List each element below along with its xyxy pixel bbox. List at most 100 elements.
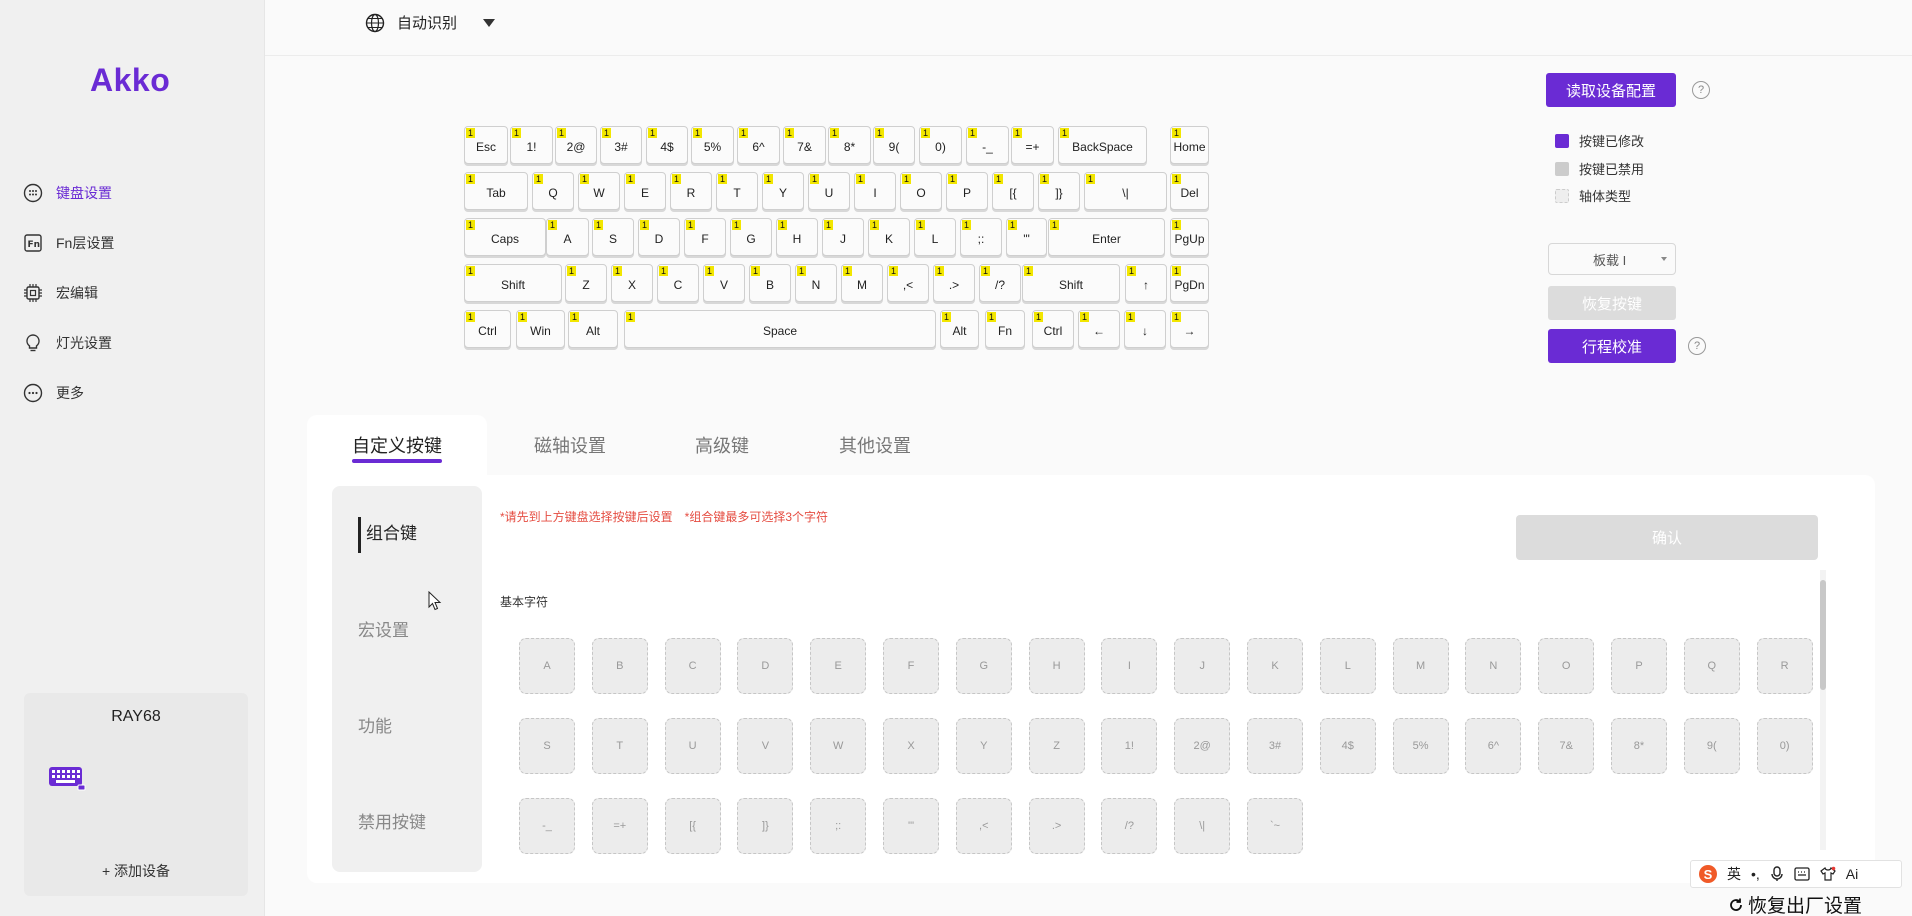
key[interactable]: 1X: [611, 264, 653, 302]
char-key[interactable]: J: [1174, 638, 1231, 694]
char-key[interactable]: ]}: [737, 798, 794, 854]
char-key[interactable]: Y: [955, 718, 1012, 774]
key[interactable]: 1 Ctrl: [464, 310, 511, 348]
key[interactable]: 1U: [808, 172, 850, 210]
char-key[interactable]: K: [1247, 638, 1303, 694]
key[interactable]: 1I: [854, 172, 896, 210]
key[interactable]: 1 BackSpace: [1058, 126, 1147, 164]
key[interactable]: 1 \|: [1084, 172, 1167, 210]
key[interactable]: 1D: [638, 218, 680, 256]
key[interactable]: 1 Space: [624, 310, 936, 348]
char-key[interactable]: V: [737, 718, 794, 774]
key[interactable]: 1 -_: [966, 126, 1009, 164]
char-key[interactable]: =+: [591, 798, 648, 854]
key[interactable]: 1 Ctrl: [1032, 310, 1074, 348]
char-key[interactable]: R: [1756, 638, 1813, 694]
key[interactable]: 1R: [670, 172, 712, 210]
key[interactable]: 1 →: [1170, 310, 1209, 348]
sidebar-item-more[interactable]: 更多: [22, 380, 84, 406]
char-key[interactable]: T: [591, 718, 648, 774]
key[interactable]: 1E: [624, 172, 666, 210]
help-icon[interactable]: ?: [1688, 337, 1706, 355]
char-key[interactable]: 9(: [1683, 718, 1740, 774]
key[interactable]: 1V: [703, 264, 745, 302]
key[interactable]: 1 =+: [1011, 126, 1054, 164]
char-key[interactable]: A: [519, 638, 575, 694]
factory-reset-button[interactable]: 恢复出厂设置: [1728, 891, 1862, 916]
key[interactable]: 1Y: [762, 172, 804, 210]
key[interactable]: 1S: [592, 218, 634, 256]
key[interactable]: 1 2@: [555, 126, 597, 164]
char-key[interactable]: 8*: [1611, 718, 1667, 774]
key[interactable]: 1J: [822, 218, 864, 256]
key[interactable]: 1G: [730, 218, 772, 256]
key[interactable]: 1F: [684, 218, 726, 256]
key[interactable]: 1 Enter: [1048, 218, 1165, 256]
key[interactable]: 1 1!: [510, 126, 553, 164]
microphone-icon[interactable]: [1770, 866, 1784, 882]
char-key[interactable]: 3#: [1247, 718, 1303, 774]
subnav-combo-keys[interactable]: 组合键: [366, 519, 417, 544]
key[interactable]: 1C: [657, 264, 699, 302]
key[interactable]: 1]}: [1038, 172, 1080, 210]
key[interactable]: 1 ↓: [1124, 310, 1166, 348]
tab-magnetic-switch[interactable]: 磁轴设置: [534, 432, 606, 458]
scrollbar-thumb[interactable]: [1820, 580, 1826, 690]
key[interactable]: 1Z: [565, 264, 607, 302]
char-key[interactable]: B: [591, 638, 648, 694]
key[interactable]: 1L: [914, 218, 956, 256]
char-key[interactable]: \|: [1174, 798, 1231, 854]
key[interactable]: 1H: [776, 218, 818, 256]
add-device-button[interactable]: + 添加设备: [24, 861, 248, 881]
char-key[interactable]: -_: [519, 798, 575, 854]
key[interactable]: 1 5%: [691, 126, 734, 164]
key[interactable]: 1 Caps: [464, 218, 546, 256]
key[interactable]: 1 '": [1006, 218, 1047, 256]
char-key[interactable]: E: [810, 638, 867, 694]
key[interactable]: 1 6^: [737, 126, 780, 164]
soft-keyboard-icon[interactable]: [1794, 867, 1810, 881]
restore-keys-button[interactable]: 恢复按键: [1548, 286, 1676, 320]
key[interactable]: 1 [{: [992, 172, 1034, 210]
char-key[interactable]: 1!: [1101, 718, 1158, 774]
key[interactable]: 1M: [841, 264, 883, 302]
subnav-macro[interactable]: 宏设置: [358, 616, 409, 641]
punctuation-icon[interactable]: •,: [1751, 866, 1760, 882]
key[interactable]: 1T: [716, 172, 758, 210]
char-key[interactable]: S: [519, 718, 575, 774]
char-key[interactable]: I: [1101, 638, 1158, 694]
key[interactable]: 1 8*: [828, 126, 871, 164]
key[interactable]: 1 0): [919, 126, 962, 164]
key[interactable]: 1 Win: [516, 310, 565, 348]
key[interactable]: 1 3#: [600, 126, 642, 164]
char-key[interactable]: C: [664, 638, 721, 694]
profile-select[interactable]: 板载 I: [1548, 243, 1676, 275]
ai-assistant-button[interactable]: Ai: [1846, 866, 1858, 882]
char-key[interactable]: ;:: [810, 798, 867, 854]
key[interactable]: 1 PgUp: [1170, 218, 1209, 256]
char-key[interactable]: 0): [1756, 718, 1813, 774]
key[interactable]: 1 Home: [1170, 126, 1209, 164]
subnav-function[interactable]: 功能: [358, 712, 392, 737]
key[interactable]: 1W: [578, 172, 620, 210]
confirm-button[interactable]: 确认: [1516, 515, 1818, 560]
char-key[interactable]: ,<: [955, 798, 1012, 854]
key[interactable]: 1 Fn: [985, 310, 1025, 348]
char-key[interactable]: Z: [1028, 718, 1085, 774]
sidebar-item-macro[interactable]: 宏编辑: [22, 280, 98, 306]
travel-calibration-button[interactable]: 行程校准: [1548, 329, 1676, 363]
char-key[interactable]: 5%: [1392, 718, 1449, 774]
key[interactable]: 1 Esc: [464, 126, 508, 164]
key[interactable]: 1 Tab: [464, 172, 528, 210]
tab-custom-keys[interactable]: 自定义按键: [352, 432, 442, 458]
char-key[interactable]: N: [1465, 638, 1522, 694]
char-key[interactable]: O: [1538, 638, 1595, 694]
char-key[interactable]: /?: [1101, 798, 1158, 854]
key[interactable]: 1A: [546, 218, 589, 256]
key[interactable]: 1 Del: [1170, 172, 1209, 210]
device-card[interactable]: RAY68 + 添加设备: [24, 693, 248, 896]
key[interactable]: 1 PgDn: [1170, 264, 1209, 302]
key[interactable]: 1K: [868, 218, 910, 256]
key[interactable]: 1N: [795, 264, 837, 302]
char-key[interactable]: Q: [1683, 638, 1740, 694]
